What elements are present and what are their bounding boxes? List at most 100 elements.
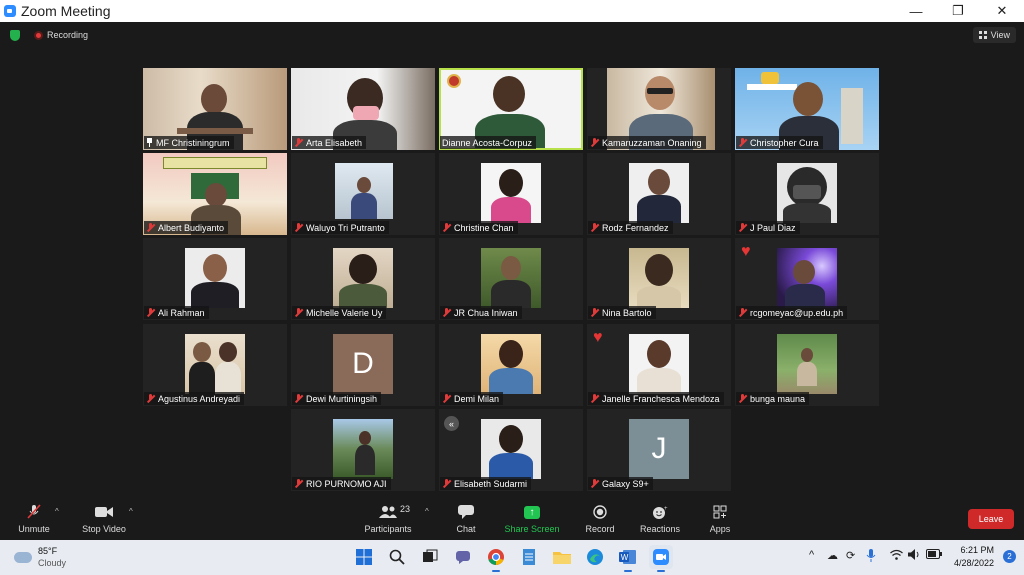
chrome-icon[interactable] (484, 545, 508, 572)
battery-icon[interactable] (926, 549, 942, 562)
participant-name: MF Christiningrum (156, 137, 230, 148)
participant-name: Dianne Acosta-Corpuz (442, 137, 533, 148)
svg-text:W: W (621, 553, 629, 562)
participant-tile[interactable]: Ali Rahman (143, 238, 287, 320)
notification-count-badge[interactable]: 2 (1003, 550, 1016, 563)
pin-icon (146, 138, 153, 147)
participant-tile[interactable]: Elisabeth Sudarmi (439, 409, 583, 491)
wifi-icon[interactable] (890, 549, 903, 563)
volume-icon[interactable] (908, 549, 921, 563)
zoom-logo-icon (4, 5, 16, 17)
participants-icon (379, 502, 397, 522)
participant-name: RIO PURNOMO AJI (306, 478, 387, 489)
record-dot-icon (34, 30, 43, 40)
share-screen-button[interactable]: ↑ Share Screen (502, 502, 562, 538)
participant-tile[interactable]: Agustinus Andreyadi (143, 324, 287, 406)
participant-tile[interactable]: Nina Bartolo (587, 238, 731, 320)
participant-video (481, 334, 541, 394)
participant-nameplate: Michelle Valerie Uy (292, 306, 387, 319)
participant-tile[interactable]: Christopher Cura (735, 68, 879, 150)
chat-label: Chat (456, 524, 476, 534)
participant-name: bunga mauna (750, 393, 806, 404)
participant-name: rcgomeyac@up.edu.ph (750, 307, 844, 318)
participant-nameplate: Galaxy S9+ (588, 477, 653, 490)
participant-tile[interactable]: rcgomeyac@up.edu.ph (735, 238, 879, 320)
apps-button[interactable]: Apps (690, 502, 750, 538)
participant-tile[interactable]: Arta Elisabeth (291, 68, 435, 150)
participant-tile[interactable]: Waluyo Tri Putranto (291, 153, 435, 235)
apps-label: Apps (709, 524, 731, 534)
participant-tile[interactable]: Albert Budiyanto (143, 153, 287, 235)
participant-name: Dewi Murtiningsih (306, 393, 378, 404)
participant-tile[interactable]: D Dewi Murtiningsih (291, 324, 435, 406)
video-options-chevron-icon[interactable]: ^ (129, 507, 133, 516)
participant-tile[interactable]: J Paul Diaz (735, 153, 879, 235)
participant-nameplate: Christopher Cura (736, 136, 823, 149)
participant-tile[interactable]: Demi Milan (439, 324, 583, 406)
mic-muted-icon (590, 394, 599, 403)
file-explorer-icon[interactable] (550, 545, 574, 569)
participant-tile[interactable]: bunga mauna (735, 324, 879, 406)
video-gallery: MF Christiningrum Arta Elisabeth Dianne … (0, 48, 1024, 500)
teams-chat-icon[interactable] (451, 545, 475, 569)
onedrive-cloud-icon[interactable]: ☁ (827, 549, 838, 562)
mic-muted-icon (294, 223, 303, 232)
participants-options-chevron-icon[interactable]: ^ (425, 507, 429, 516)
participant-name: Rodz Fernandez (602, 222, 669, 233)
participant-tile[interactable]: JR Chua Iniwan (439, 238, 583, 320)
sync-icon[interactable]: ⟳ (846, 549, 855, 562)
leave-button[interactable]: Leave (968, 509, 1014, 529)
task-view-icon[interactable] (418, 545, 442, 569)
security-shield-icon[interactable] (10, 29, 20, 41)
weather-widget[interactable]: 85°F Cloudy (14, 545, 66, 569)
search-icon[interactable] (385, 545, 409, 569)
participant-video (777, 163, 837, 223)
participant-tile[interactable]: Kamaruzzaman Onaning (587, 68, 731, 150)
participant-video (629, 163, 689, 223)
windows-start-icon[interactable] (352, 545, 376, 569)
view-label: View (990, 30, 1010, 40)
chat-button[interactable]: Chat (436, 502, 496, 538)
record-label: Record (585, 524, 615, 534)
reactions-button[interactable]: + Reactions (630, 502, 690, 538)
audio-options-chevron-icon[interactable]: ^ (55, 507, 59, 516)
minimize-button[interactable]: — (896, 0, 936, 22)
notepad-icon[interactable] (517, 545, 541, 569)
microphone-icon[interactable] (866, 549, 876, 565)
recording-indicator[interactable]: Recording (34, 30, 88, 40)
participant-tile[interactable]: Michelle Valerie Uy (291, 238, 435, 320)
participant-name: Christopher Cura (750, 137, 819, 148)
restore-button[interactable]: ❐ (938, 0, 978, 22)
zoom-app-icon[interactable] (649, 545, 673, 572)
edge-browser-icon[interactable] (583, 545, 607, 569)
chat-bubble-icon (458, 502, 474, 522)
system-clock[interactable]: 6:21 PM 4/28/2022 (954, 544, 994, 570)
show-hidden-icons-chevron-icon[interactable]: ^ (809, 549, 814, 561)
stop-video-button[interactable]: Stop Video (74, 502, 134, 538)
view-button[interactable]: View (972, 27, 1016, 43)
participant-tile[interactable]: Janelle Franchesca Mendoza (587, 324, 731, 406)
participant-tile[interactable]: J Galaxy S9+ (587, 409, 731, 491)
participant-video (481, 419, 541, 479)
close-button[interactable]: ✕ (982, 0, 1022, 22)
participant-name: Galaxy S9+ (602, 478, 649, 489)
participants-count: 23 (400, 504, 411, 514)
mic-muted-icon (442, 394, 451, 403)
unmute-label: Unmute (18, 524, 50, 534)
collapse-arrow-icon[interactable]: « (444, 416, 459, 431)
svg-text:+: + (664, 506, 668, 512)
participant-name: Nina Bartolo (602, 307, 652, 318)
participant-tile[interactable]: MF Christiningrum (143, 68, 287, 150)
mic-muted-icon (738, 223, 747, 232)
participant-tile[interactable]: Rodz Fernandez (587, 153, 731, 235)
video-camera-icon (95, 502, 113, 522)
participant-tile[interactable]: RIO PURNOMO AJI (291, 409, 435, 491)
mic-muted-icon (590, 479, 599, 488)
clock-time: 6:21 PM (960, 545, 994, 555)
participant-tile-active-speaker[interactable]: Dianne Acosta-Corpuz (439, 68, 583, 150)
participant-nameplate: J Paul Diaz (736, 221, 800, 234)
record-button[interactable]: Record (570, 502, 630, 538)
participant-tile[interactable]: Christine Chan (439, 153, 583, 235)
mic-muted-icon (146, 223, 155, 232)
word-icon[interactable]: W (616, 545, 640, 572)
